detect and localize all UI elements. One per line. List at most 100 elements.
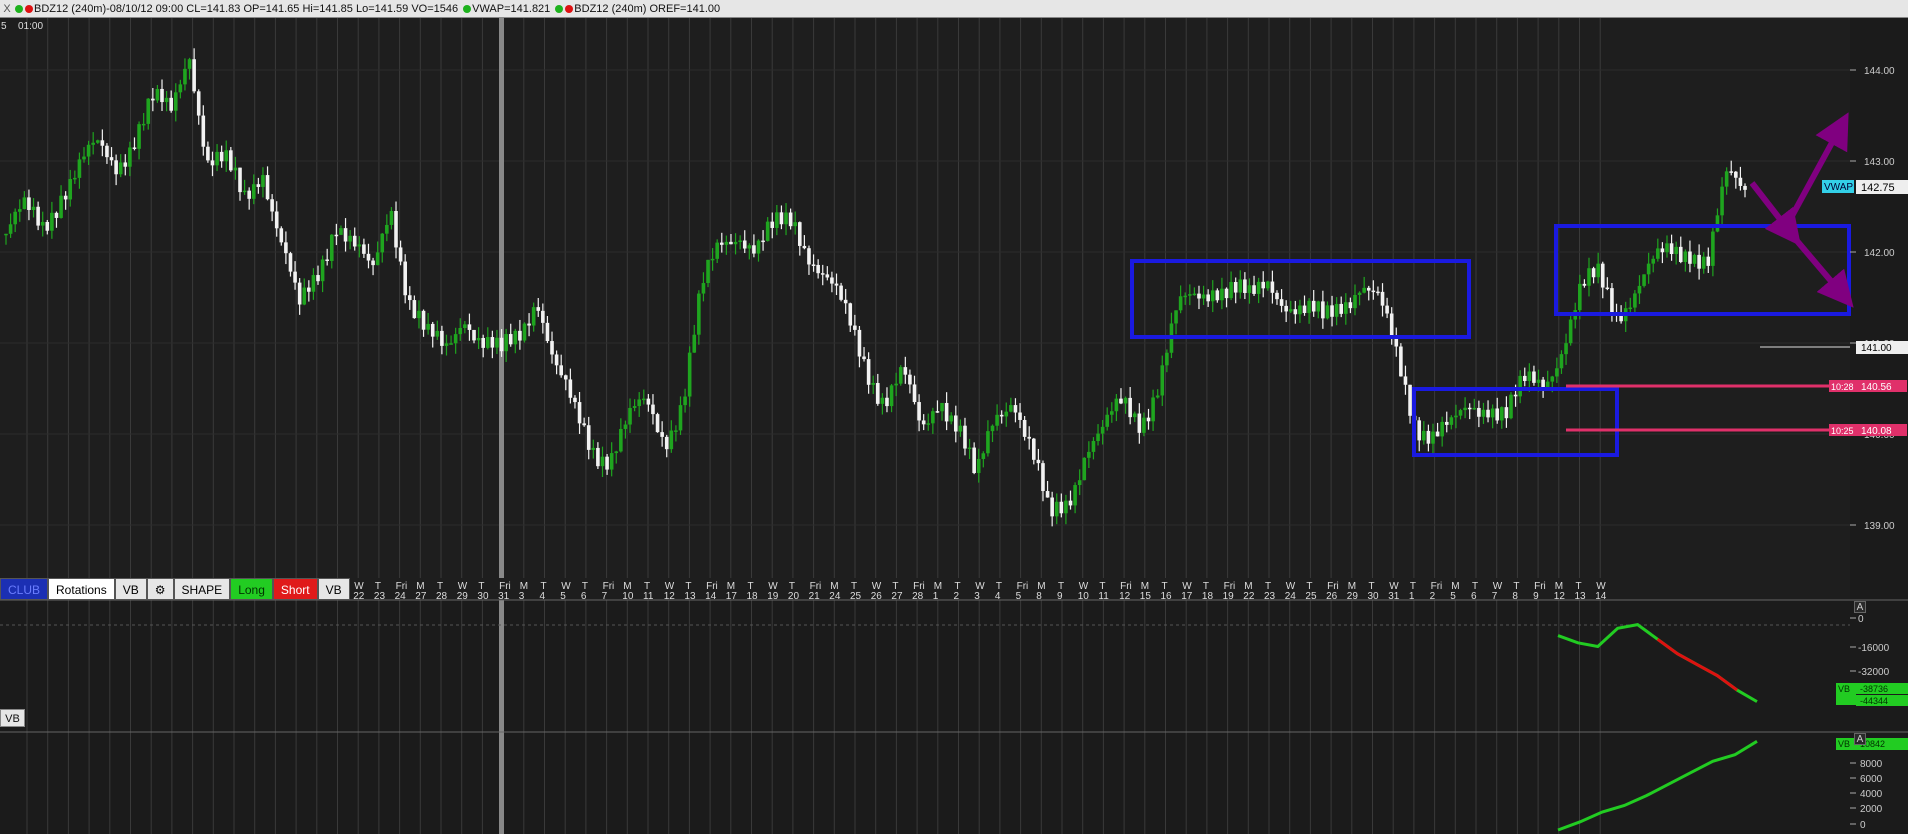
candle-body	[17, 209, 22, 212]
candle-body	[297, 282, 302, 305]
candle-body	[1050, 497, 1054, 517]
toolbar-club-button[interactable]: CLUB	[0, 578, 49, 600]
pane2-vb-tag[interactable]: VB	[0, 709, 25, 727]
candle-body	[944, 402, 949, 422]
candle-body	[619, 428, 623, 452]
candle-body	[1380, 291, 1385, 306]
candle-body	[885, 397, 889, 407]
candle-body	[63, 195, 68, 200]
candle-body	[1454, 415, 1458, 418]
candle-body	[1362, 287, 1366, 293]
candle-body	[311, 275, 316, 292]
candle-body	[1334, 303, 1339, 317]
candle-body	[45, 221, 50, 231]
candle-body	[233, 167, 238, 171]
candle-body	[247, 190, 251, 199]
candle-body	[499, 337, 504, 352]
candle-body	[1210, 290, 1215, 302]
candle-body	[288, 253, 293, 272]
candle-body	[880, 397, 885, 404]
candle-body	[68, 179, 73, 200]
candle-body	[22, 197, 27, 210]
candle-body	[1477, 407, 1481, 417]
toolbar-long-button[interactable]: Long	[230, 578, 273, 600]
candle-body	[554, 354, 559, 366]
candle-body	[169, 97, 173, 111]
toolbar-vb-button[interactable]: VB	[317, 578, 350, 600]
candle-body	[632, 406, 637, 408]
candle-body	[1527, 371, 1532, 381]
candle-body	[1582, 283, 1587, 286]
candle-body	[1132, 413, 1137, 418]
candle-body	[334, 234, 339, 237]
candle-body	[1233, 282, 1238, 293]
candle-body	[1160, 365, 1165, 396]
candle-body	[1013, 405, 1018, 413]
toolbar-short-button[interactable]: Short	[272, 578, 318, 600]
candle-body	[389, 210, 394, 225]
toolbar-vb-button[interactable]: VB	[114, 578, 147, 600]
candle-body	[1009, 405, 1013, 412]
candle-body	[1532, 371, 1536, 383]
candle-body	[641, 398, 646, 401]
toolbar-shape-button[interactable]: SHAPE	[173, 578, 231, 600]
pane2-corner-label[interactable]: A	[1854, 601, 1866, 613]
candle-body	[1027, 436, 1032, 439]
candle-body	[141, 123, 146, 126]
candle-body	[1151, 397, 1155, 422]
candle-body	[1128, 397, 1132, 418]
candle-body	[1096, 433, 1100, 441]
candle-body	[1550, 376, 1555, 382]
toolbar-gear-icon-button[interactable]: ⚙	[146, 578, 174, 600]
candle-body	[54, 212, 59, 218]
cumulative-volume-line	[1557, 740, 1758, 832]
candle-body	[307, 287, 311, 292]
candle-body	[284, 242, 288, 254]
candle-body	[917, 402, 921, 421]
candle-body	[820, 273, 825, 275]
candle-body	[1683, 251, 1688, 263]
candle-body	[921, 420, 926, 425]
candle-body	[1738, 177, 1743, 186]
candle-body	[1706, 256, 1711, 266]
price-chart[interactable]: 5 01:00 144.00143.00142.00141.00140.0013…	[0, 0, 1908, 834]
candle-body	[568, 379, 573, 398]
pane3-vb-label: VB	[1838, 739, 1850, 749]
candle-body	[1559, 354, 1564, 369]
candle-body	[1339, 303, 1344, 314]
candle-body	[357, 244, 362, 247]
candle-body	[95, 140, 100, 143]
candle-body	[329, 234, 334, 261]
candle-body	[981, 453, 986, 459]
candle-body	[1183, 295, 1188, 298]
candle-body	[1674, 246, 1678, 255]
candle-body	[701, 283, 706, 294]
candle-body	[1192, 293, 1197, 296]
candle-body	[1481, 409, 1486, 417]
candle-body	[729, 241, 733, 245]
candle-body	[339, 228, 343, 235]
pane3-corner-label[interactable]: A	[1854, 733, 1866, 745]
candle-body	[1082, 457, 1087, 481]
toolbar-rotations-button[interactable]: Rotations	[48, 578, 115, 600]
candle-body	[1045, 491, 1050, 498]
candle-body	[866, 359, 871, 385]
candle-body	[623, 424, 628, 429]
candle-body	[251, 184, 256, 199]
candle-body	[518, 330, 522, 341]
candle-body	[1238, 279, 1243, 293]
candle-body	[206, 146, 210, 161]
pane2-badge-bottom: -44344	[1860, 696, 1888, 706]
level-lower-tag: 10:25	[1831, 426, 1854, 436]
candle-body	[513, 330, 518, 345]
candle-body	[192, 59, 196, 92]
candle-body	[784, 212, 788, 225]
candle-body	[770, 221, 775, 228]
candle-body	[1715, 215, 1720, 232]
candle-body	[889, 385, 894, 407]
candle-body	[963, 425, 967, 449]
candle-body	[1284, 305, 1288, 312]
candle-body	[752, 245, 756, 254]
vb-line	[1557, 623, 1758, 703]
candle-body	[1389, 313, 1394, 338]
